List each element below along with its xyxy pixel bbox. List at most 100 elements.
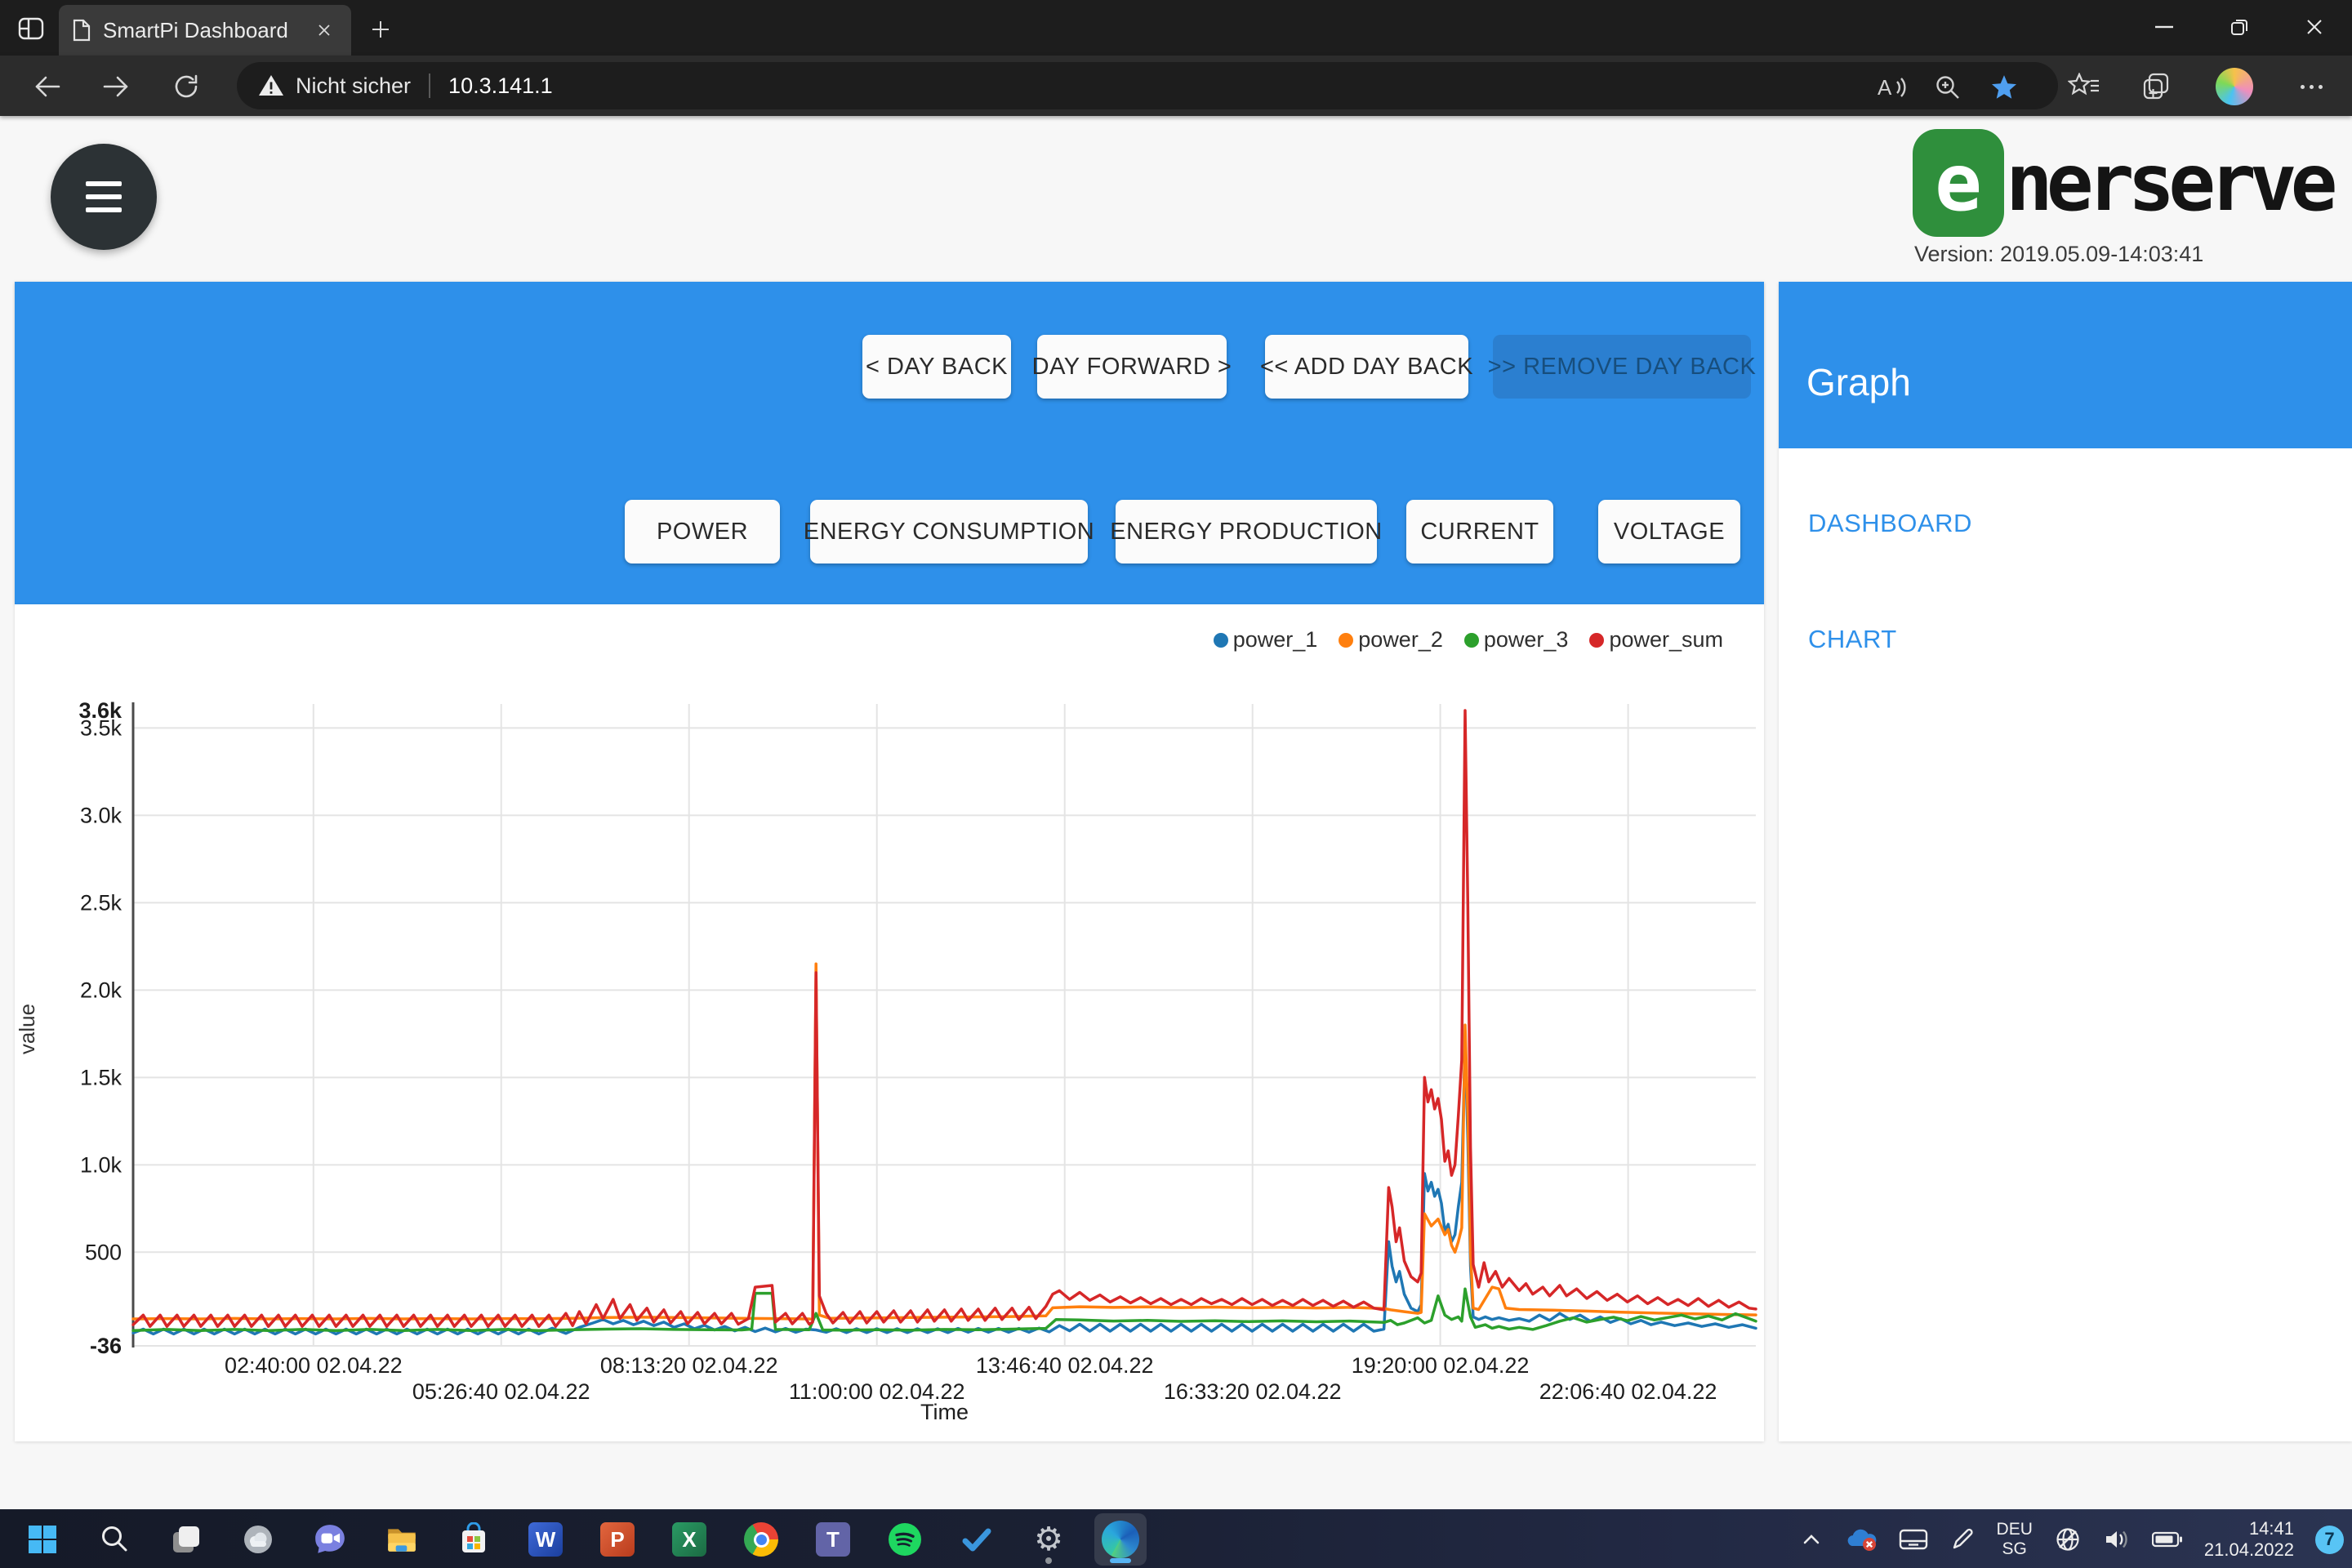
current-button[interactable]: CURRENT	[1406, 500, 1553, 564]
minimize-button[interactable]	[2127, 0, 2202, 54]
chart-legend: power_1 power_2 power_3 power_sum	[1214, 627, 1723, 653]
legend-dot	[1339, 633, 1353, 648]
menu-button[interactable]	[51, 144, 157, 250]
sidebar-title: Graph	[1806, 360, 2352, 404]
volume-icon[interactable]	[2103, 1527, 2131, 1552]
spotify-icon	[888, 1522, 922, 1557]
svg-text:02:40:00 02.04.22: 02:40:00 02.04.22	[225, 1353, 403, 1378]
back-button[interactable]	[31, 70, 64, 103]
battery-icon[interactable]	[2152, 1530, 2183, 1548]
legend-item-power-3[interactable]: power_3	[1464, 627, 1569, 653]
task-view-button[interactable]	[160, 1513, 212, 1566]
sidebar: Graph DASHBOARD CHART	[1779, 282, 2352, 1441]
sidebar-link-dashboard[interactable]: DASHBOARD	[1808, 509, 1972, 538]
chrome-button[interactable]	[735, 1513, 787, 1566]
touch-keyboard-icon[interactable]	[1899, 1527, 1928, 1552]
svg-text:19:20:00 02.04.22: 19:20:00 02.04.22	[1352, 1353, 1530, 1378]
pen-icon[interactable]	[1949, 1526, 1976, 1552]
restore-button[interactable]	[2202, 0, 2277, 54]
legend-dot	[1464, 633, 1479, 648]
system-tray: DEU SG 14:41 21.04.2022 7	[1801, 1510, 2344, 1568]
favorites-bar-icon[interactable]	[2065, 67, 2104, 106]
profile-avatar[interactable]	[2215, 67, 2254, 106]
logo-mark: e	[1913, 129, 2004, 237]
legend-item-power-1[interactable]: power_1	[1214, 627, 1318, 653]
workspaces-icon	[18, 17, 44, 40]
refresh-button[interactable]	[170, 70, 203, 103]
tab-workspaces-button[interactable]	[13, 13, 49, 44]
todo-check-icon	[960, 1523, 993, 1556]
sidebar-header: Graph	[1779, 282, 2352, 448]
day-forward-button[interactable]: DAY FORWARD >	[1037, 335, 1227, 399]
power-chart[interactable]: 3.6k3.5k3.0k2.5k2.0k1.5k1.0k500-3602:40:…	[15, 604, 1764, 1441]
read-aloud-icon[interactable]: A	[1875, 74, 1911, 101]
day-back-button[interactable]: < DAY BACK	[862, 335, 1011, 399]
enerserve-logo: e nerserve	[1913, 129, 2331, 237]
excel-icon: X	[672, 1522, 706, 1557]
teams-icon: T	[816, 1522, 850, 1557]
tab-close-icon[interactable]	[310, 16, 338, 44]
widgets-button[interactable]	[232, 1513, 284, 1566]
voltage-button[interactable]: VOLTAGE	[1598, 500, 1740, 564]
running-indicator	[1045, 1557, 1052, 1564]
active-app-indicator	[1110, 1558, 1131, 1563]
energy-production-button[interactable]: ENERGY PRODUCTION	[1116, 500, 1377, 564]
collections-icon[interactable]	[2136, 67, 2176, 106]
address-url: 10.3.141.1	[448, 74, 553, 99]
chart-card: power_1 power_2 power_3 power_sum 3.6k3.…	[15, 604, 1764, 1441]
power-button[interactable]: POWER	[625, 500, 780, 564]
favorite-star-icon[interactable]	[1986, 74, 2022, 101]
browser-tab[interactable]: SmartPi Dashboard	[59, 5, 351, 56]
svg-text:05:26:40 02.04.22: 05:26:40 02.04.22	[412, 1379, 590, 1404]
svg-text:value: value	[15, 1004, 39, 1054]
energy-consumption-button[interactable]: ENERGY CONSUMPTION	[810, 500, 1088, 564]
settings-menu-icon[interactable]	[2292, 67, 2331, 106]
browser-titlebar: SmartPi Dashboard	[0, 0, 2352, 56]
powerpoint-button[interactable]: P	[591, 1513, 644, 1566]
tray-chevron-icon[interactable]	[1801, 1531, 1822, 1548]
svg-text:08:13:20 02.04.22: 08:13:20 02.04.22	[600, 1353, 778, 1378]
legend-label: power_2	[1358, 627, 1443, 653]
notification-badge[interactable]: 7	[2315, 1526, 2344, 1554]
search-button[interactable]	[88, 1513, 140, 1566]
excel-button[interactable]: X	[663, 1513, 715, 1566]
todo-button[interactable]	[951, 1513, 1003, 1566]
security-warning-icon[interactable]	[258, 74, 284, 97]
zoom-icon[interactable]	[1930, 74, 1966, 101]
forward-button[interactable]	[100, 70, 132, 103]
legend-dot	[1214, 633, 1228, 648]
browser-toolbar: Nicht sicher 10.3.141.1 A	[0, 56, 2352, 116]
legend-item-power-2[interactable]: power_2	[1339, 627, 1443, 653]
sidebar-link-chart[interactable]: CHART	[1808, 625, 1897, 654]
legend-item-power-sum[interactable]: power_sum	[1589, 627, 1723, 653]
close-window-button[interactable]	[2277, 0, 2352, 54]
microsoft-store-button[interactable]	[448, 1513, 500, 1566]
start-button[interactable]	[16, 1513, 69, 1566]
window-controls	[2127, 0, 2352, 54]
clock[interactable]: 14:41 21.04.2022	[2204, 1518, 2294, 1561]
file-explorer-button[interactable]	[376, 1513, 428, 1566]
hamburger-icon	[86, 181, 122, 186]
new-tab-button[interactable]	[364, 15, 397, 44]
security-warning-label: Nicht sicher	[296, 74, 411, 99]
remove-day-back-button[interactable]: >> REMOVE DAY BACK	[1493, 335, 1751, 399]
svg-text:3.0k: 3.0k	[80, 803, 122, 827]
edge-icon	[1102, 1521, 1139, 1558]
teams-button[interactable]: T	[807, 1513, 859, 1566]
widgets-icon	[241, 1522, 275, 1557]
add-day-back-button[interactable]: << ADD DAY BACK	[1265, 335, 1468, 399]
spotify-button[interactable]	[879, 1513, 931, 1566]
word-button[interactable]: W	[519, 1513, 572, 1566]
address-bar[interactable]: Nicht sicher 10.3.141.1	[237, 62, 2058, 109]
chat-button[interactable]	[304, 1513, 356, 1566]
onedrive-error-icon[interactable]	[1843, 1527, 1878, 1552]
powerpoint-icon: P	[600, 1522, 635, 1557]
svg-text:22:06:40 02.04.22: 22:06:40 02.04.22	[1539, 1379, 1717, 1404]
keyboard-language[interactable]: DEU SG	[1997, 1520, 2033, 1559]
edge-button[interactable]	[1094, 1513, 1147, 1566]
settings-button[interactable]: ⚙	[1022, 1513, 1075, 1566]
taskbar-items: W P X T ⚙	[16, 1510, 1166, 1568]
svg-text:Time: Time	[920, 1400, 969, 1424]
task-view-icon	[170, 1523, 203, 1556]
no-internet-icon[interactable]	[2054, 1526, 2082, 1553]
